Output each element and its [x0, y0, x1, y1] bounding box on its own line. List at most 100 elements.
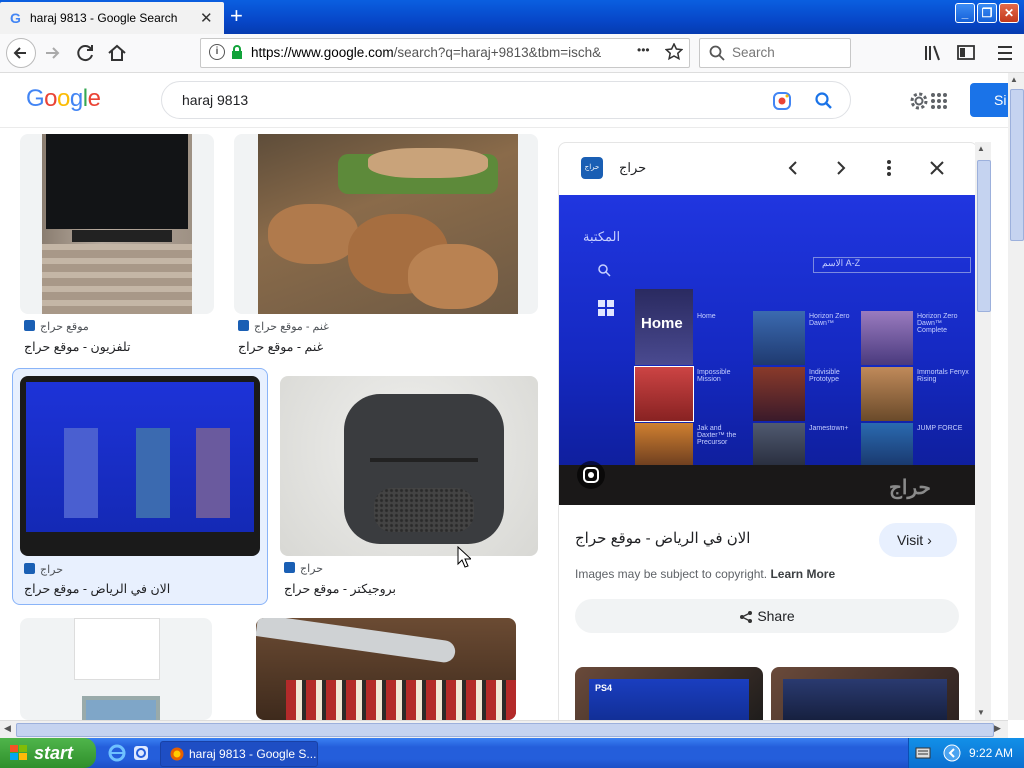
bookmark-star-icon[interactable]: [665, 43, 683, 61]
game-tile: [861, 423, 913, 465]
browser-tab[interactable]: G haraj 9813 - Google Search ✕: [0, 2, 224, 34]
result-thumbnail[interactable]: [234, 134, 538, 314]
game-tile: [753, 367, 805, 421]
sidebar-toggle-icon[interactable]: [957, 44, 977, 62]
lens-search-button[interactable]: [577, 461, 605, 489]
apps-grid-icon[interactable]: [930, 92, 948, 110]
image-result-card[interactable]: حراج بروجيكتر - موقع حراج: [278, 370, 540, 605]
phone-screenshot: [74, 618, 160, 680]
game-tile-label: Immortals Fenyx Rising: [917, 369, 969, 383]
forward-arrow-icon: [46, 47, 60, 59]
scroll-right-icon[interactable]: ▶: [994, 723, 1001, 734]
visit-button[interactable]: Visit ›: [879, 523, 957, 557]
result-thumbnail[interactable]: [280, 376, 538, 556]
start-button[interactable]: start: [0, 738, 96, 768]
horizontal-scroll-thumb[interactable]: [16, 723, 994, 737]
result-title[interactable]: تلفزيون - موقع حراج: [24, 339, 130, 354]
sheep-shape: [268, 204, 358, 264]
tray-expand-icon[interactable]: [943, 744, 961, 762]
reload-button[interactable]: [75, 42, 97, 67]
learn-more-link[interactable]: Learn More: [770, 567, 835, 581]
restore-window-button[interactable]: ❐: [977, 3, 997, 23]
page-actions-icon[interactable]: •••: [637, 43, 650, 57]
firefox-icon: [170, 747, 184, 761]
search-query-text[interactable]: haraj 9813: [182, 92, 248, 108]
close-panel-icon[interactable]: [929, 160, 945, 176]
result-title[interactable]: بروجيكتر - موقع حراج: [284, 581, 396, 596]
browser-search-box[interactable]: Search: [699, 38, 851, 68]
settings-gear-icon[interactable]: [908, 90, 930, 112]
sheep-shape: [368, 148, 488, 178]
address-bar[interactable]: i https://www.google.com/search?q=haraj+…: [200, 38, 690, 68]
game-tile: [861, 311, 913, 365]
scroll-up-icon[interactable]: ▲: [1010, 75, 1018, 84]
panel-image-title[interactable]: الان في الرياض - موقع حراج: [575, 529, 750, 547]
knife-blade: [256, 618, 457, 664]
quicklaunch-icon[interactable]: [132, 744, 150, 762]
page-scroll-thumb[interactable]: [1010, 89, 1024, 241]
site-favicon-icon: [284, 562, 295, 573]
preview-image[interactable]: المكتبة الاسم A-Z Home Home Horizon Zero…: [559, 195, 975, 505]
back-button[interactable]: [6, 38, 36, 68]
internet-explorer-icon[interactable]: [108, 744, 126, 762]
result-thumbnail[interactable]: [256, 618, 516, 720]
tv-cabinet: [42, 244, 192, 314]
result-thumbnail[interactable]: [20, 376, 260, 556]
site-favicon-icon: [24, 563, 35, 574]
copyright-notice: Images may be subject to copyright. Lear…: [575, 567, 836, 581]
image-result-card[interactable]: [20, 618, 212, 720]
close-window-button[interactable]: ✕: [999, 3, 1019, 23]
new-tab-button[interactable]: +: [230, 3, 243, 29]
site-favicon-icon: [238, 320, 249, 331]
google-search-box[interactable]: haraj 9813: [161, 81, 851, 119]
scroll-up-icon[interactable]: ▲: [977, 144, 985, 153]
menu-hamburger-icon[interactable]: [996, 45, 1014, 61]
image-result-card[interactable]: غنم - موقع حراج غنم - موقع حراج: [232, 130, 540, 360]
taskbar-window-button[interactable]: haraj 9813 - Google S...: [160, 741, 318, 767]
minimize-window-button[interactable]: _: [955, 3, 975, 23]
keyboard-icon[interactable]: [915, 746, 931, 760]
close-tab-icon[interactable]: ✕: [200, 9, 213, 27]
page-scrollbar[interactable]: ▲: [1008, 73, 1024, 720]
ps-menu-screen: [26, 382, 254, 532]
screen-header: المكتبة: [583, 229, 621, 244]
horizontal-scrollbar[interactable]: ◀ ▶: [0, 720, 1008, 739]
screen-sort: الاسم A-Z: [813, 257, 971, 273]
result-title[interactable]: غنم - موقع حراج: [238, 339, 323, 354]
panel-site-name[interactable]: حراج: [619, 160, 646, 176]
image-result-card[interactable]: [232, 618, 540, 720]
projector-photo: [344, 394, 504, 544]
library-icon[interactable]: [924, 44, 944, 62]
navigation-bar: i https://www.google.com/search?q=haraj+…: [0, 34, 1024, 73]
scroll-down-icon[interactable]: ▼: [977, 708, 985, 717]
google-logo[interactable]: Google: [26, 85, 101, 113]
share-button[interactable]: Share: [575, 599, 959, 633]
result-title[interactable]: الان في الرياض - موقع حراج: [24, 581, 170, 596]
panel-scroll-thumb[interactable]: [977, 160, 991, 312]
browser-title-bar: G haraj 9813 - Google Search ✕ + _ ❐ ✕: [0, 0, 1024, 34]
screen-grid-icon: [598, 300, 614, 316]
image-result-card[interactable]: موقع حراج تلفزيون - موقع حراج: [18, 130, 216, 360]
tv-screen: [46, 134, 188, 229]
tablet-photo: [82, 696, 160, 720]
panel-scrollbar[interactable]: ▲ ▼: [975, 142, 991, 720]
lens-camera-icon[interactable]: [772, 91, 792, 111]
info-icon[interactable]: i: [209, 44, 225, 60]
rug-pattern: [286, 680, 516, 720]
next-image-icon[interactable]: [833, 159, 849, 177]
scroll-left-icon[interactable]: ◀: [4, 723, 11, 734]
system-tray: 9:22 AM: [908, 738, 1024, 768]
clock: 9:22 AM: [969, 746, 1014, 760]
search-submit-icon[interactable]: [814, 91, 834, 111]
site-favicon-icon: [24, 320, 35, 331]
image-result-card-selected[interactable]: حراج الان في الرياض - موقع حراج: [12, 368, 268, 605]
result-thumbnail[interactable]: [20, 134, 214, 314]
game-tile: [136, 428, 170, 518]
previous-image-icon[interactable]: [785, 159, 801, 177]
result-thumbnail[interactable]: [20, 618, 212, 720]
home-button[interactable]: [106, 42, 128, 67]
game-tile-label: Indivisible Prototype: [809, 369, 840, 383]
forward-button[interactable]: [42, 42, 64, 67]
more-options-icon[interactable]: [885, 159, 893, 177]
result-source: موقع حراج: [24, 320, 89, 333]
